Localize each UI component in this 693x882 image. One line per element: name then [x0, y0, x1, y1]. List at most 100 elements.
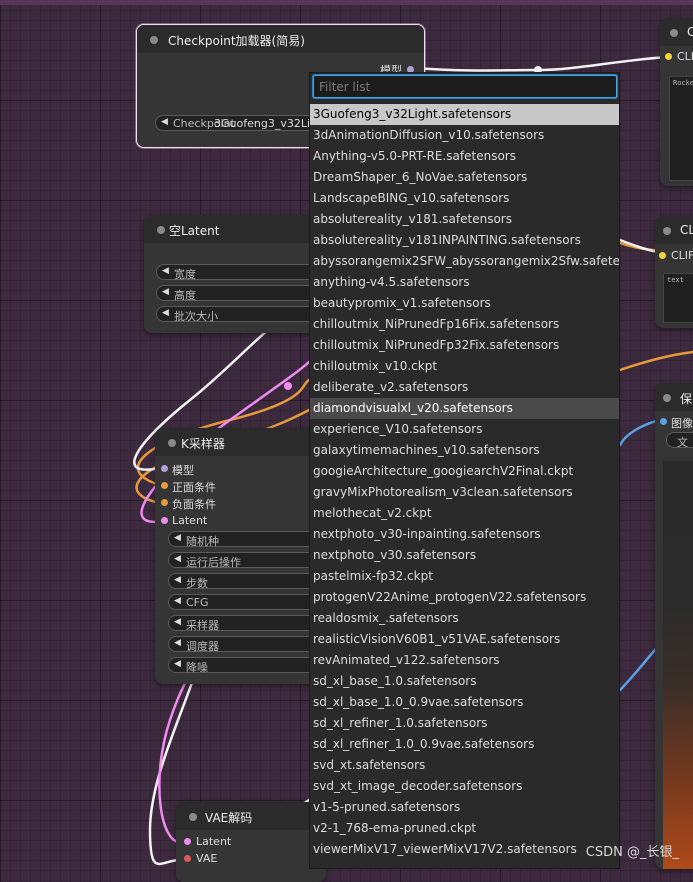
left-arrow-icon[interactable]: ◀ [174, 659, 181, 669]
dropdown-option[interactable]: realdosmix_.safetensors [310, 608, 619, 629]
cfg-widget[interactable]: ◀ CFG [168, 594, 325, 610]
left-arrow-icon[interactable]: ◀ [162, 287, 169, 297]
left-arrow-icon[interactable]: ◀ [174, 575, 181, 585]
dropdown-option[interactable]: svd_xt_image_decoder.safetensors [310, 776, 619, 797]
wire-blue-image [618, 418, 662, 447]
dropdown-option[interactable]: sd_xl_base_1.0.safetensors [310, 671, 619, 692]
dropdown-option[interactable]: galaxytimemachines_v10.safetensors [310, 440, 619, 461]
left-arrow-icon[interactable]: ◀ [174, 617, 181, 627]
collapse-dot-icon[interactable] [157, 226, 165, 234]
left-arrow-icon[interactable]: ◀ [174, 533, 181, 543]
dropdown-option[interactable]: absolutereality_v181.safetensors [310, 209, 619, 230]
node-title-bar[interactable]: C [660, 18, 693, 46]
sampler-widget[interactable]: ◀ 采样器 c [168, 615, 325, 632]
prompt-textarea[interactable]: text [663, 273, 693, 323]
dropdown-option[interactable]: experience_V10.safetensors [310, 419, 619, 440]
node-title-bar[interactable]: 空Latent [144, 215, 324, 243]
dropdown-option[interactable]: protogenV22Anime_protogenV22.safetensors [310, 587, 619, 608]
dropdown-option[interactable]: diamondvisualxl_v20.safetensors [310, 398, 619, 419]
image-preview [663, 461, 693, 869]
dropdown-option[interactable]: LandscapeBING_v10.safetensors [310, 188, 619, 209]
node-title-bar[interactable]: VAE解码 [176, 802, 326, 830]
height-widget[interactable]: ◀ 高度 [156, 285, 324, 302]
dropdown-option[interactable]: v1-5-pruned.safetensors [310, 797, 619, 818]
dropdown-option[interactable]: pastelmix-fp32.ckpt [310, 566, 619, 587]
dropdown-option[interactable]: sd_xl_base_1.0_0.9vae.safetensors [310, 692, 619, 713]
dropdown-option[interactable]: 3Guofeng3_v32Light.safetensors [310, 104, 619, 125]
batch-size-widget[interactable]: ◀ 批次大小 [156, 306, 324, 323]
node-title-bar[interactable]: CL [655, 216, 693, 244]
left-arrow-icon[interactable]: ◀ [174, 554, 181, 564]
save-image-node[interactable]: 保 图像 文 [655, 383, 693, 869]
denoise-widget[interactable]: ◀ 降噪 [168, 657, 325, 674]
clip-text-encode-mid-node[interactable]: CL CLIF text [655, 216, 693, 328]
input-model-label: 模型 [172, 464, 194, 477]
collapse-dot-icon[interactable] [663, 394, 671, 402]
node-title: K采样器 [181, 437, 225, 451]
node-title: VAE解码 [205, 811, 253, 825]
dropdown-option[interactable]: realisticVisionV60B1_v51VAE.safetensors [310, 629, 619, 650]
filter-list-input[interactable] [313, 75, 617, 98]
control-after-generate-widget[interactable]: ◀ 运行后操作 [168, 552, 325, 569]
width-widget[interactable]: ◀ 宽度 [156, 264, 324, 281]
input-clip-slot[interactable] [665, 53, 672, 60]
left-arrow-icon[interactable]: ◀ [174, 596, 181, 606]
input-model-slot[interactable] [161, 465, 168, 472]
node-title-bar[interactable]: 保 [655, 383, 693, 411]
collapse-dot-icon[interactable] [189, 813, 197, 821]
input-clip-slot[interactable] [659, 252, 666, 259]
dropdown-option[interactable]: melothecat_v2.ckpt [310, 503, 619, 524]
dropdown-option[interactable]: Anything-v5.0-PRT-RE.safetensors [310, 146, 619, 167]
scheduler-widget[interactable]: ◀ 调度器 [168, 636, 325, 653]
option-list: 3Guofeng3_v32Light.safetensors 3dAnimatio… [310, 104, 619, 860]
collapse-dot-icon[interactable] [150, 36, 158, 44]
node-title-bar[interactable]: K采样器 [155, 428, 325, 456]
left-arrow-icon[interactable]: ◀ [162, 266, 169, 276]
input-vae-slot[interactable] [184, 855, 191, 862]
node-title: 空Latent [169, 224, 220, 238]
input-clip-label: CLIF [671, 249, 693, 262]
dropdown-option[interactable]: absolutereality_v181INPAINTING.safetenso… [310, 230, 619, 251]
dropdown-option[interactable]: v2-1_768-ema-pruned.ckpt [310, 818, 619, 839]
clip-text-encode-top-node[interactable]: C CLI Rocke [660, 18, 693, 186]
dropdown-option[interactable]: googieArchitecture_googiearchV2Final.ckp… [310, 461, 619, 482]
dropdown-option[interactable]: beautypromix_v1.safetensors [310, 293, 619, 314]
seed-widget[interactable]: ◀ 随机种 52 [168, 531, 325, 548]
collapse-dot-icon[interactable] [663, 227, 671, 235]
prompt-textarea[interactable]: Rocke [669, 76, 693, 181]
dropdown-option[interactable]: abyssorangemix2SFW_abyssorangemix2Sfw.sa… [310, 251, 619, 272]
dropdown-option[interactable]: viewerMixV17_viewerMixV17V2.safetensors [310, 839, 619, 860]
steps-widget[interactable]: ◀ 步数 [168, 573, 325, 590]
dropdown-option[interactable]: revAnimated_v122.safetensors [310, 650, 619, 671]
input-positive-slot[interactable] [161, 482, 168, 489]
dropdown-option[interactable]: svd_xt.safetensors [310, 755, 619, 776]
collapse-dot-icon[interactable] [168, 439, 176, 447]
dropdown-option[interactable]: chilloutmix_NiPrunedFp32Fix.safetensors [310, 335, 619, 356]
input-negative-slot[interactable] [161, 499, 168, 506]
dropdown-option[interactable]: chilloutmix_v10.ckpt [310, 356, 619, 377]
node-title-bar[interactable]: Checkpoint加载器(简易) [137, 25, 424, 53]
widget-label: 随机种 [186, 535, 219, 548]
dropdown-option[interactable]: gravyMixPhotorealism_v3clean.safetensors [310, 482, 619, 503]
input-latent-slot[interactable] [161, 517, 168, 524]
dropdown-option[interactable]: DreamShaper_6_NoVae.safetensors [310, 167, 619, 188]
dropdown-option[interactable]: anything-v4.5.safetensors [310, 272, 619, 293]
collapse-dot-icon[interactable] [670, 29, 678, 37]
vae-decode-node[interactable]: VAE解码 Latent VAE [176, 802, 326, 882]
dropdown-option[interactable]: nextphoto_v30-inpainting.safetensors [310, 524, 619, 545]
dropdown-option[interactable]: 3dAnimationDiffusion_v10.safetensors [310, 125, 619, 146]
left-arrow-icon[interactable]: ◀ [161, 117, 168, 127]
left-arrow-icon[interactable]: ◀ [174, 638, 181, 648]
empty-latent-node[interactable]: 空Latent ◀ 宽度 ◀ 高度 ◀ 批次大小 [144, 215, 324, 333]
left-arrow-icon[interactable]: ◀ [162, 308, 169, 318]
input-image-slot[interactable] [660, 418, 667, 425]
dropdown-option[interactable]: chilloutmix_NiPrunedFp16Fix.safetensors [310, 314, 619, 335]
ksampler-node[interactable]: K采样器 模型 正面条件 负面条件 Latent ◀ 随机种 52 ◀ 运行后操… [155, 428, 325, 684]
input-latent-slot[interactable] [184, 838, 191, 845]
checkpoint-dropdown-menu[interactable]: 3Guofeng3_v32Light.safetensors3dAnimatio… [309, 72, 620, 869]
dropdown-option[interactable]: sd_xl_refiner_1.0_0.9vae.safetensors [310, 734, 619, 755]
dropdown-option[interactable]: nextphoto_v30.safetensors [310, 545, 619, 566]
dropdown-option[interactable]: deliberate_v2.safetensors [310, 377, 619, 398]
dropdown-option[interactable]: sd_xl_refiner_1.0.safetensors [310, 713, 619, 734]
filename-prefix-widget[interactable]: 文 [666, 432, 693, 449]
